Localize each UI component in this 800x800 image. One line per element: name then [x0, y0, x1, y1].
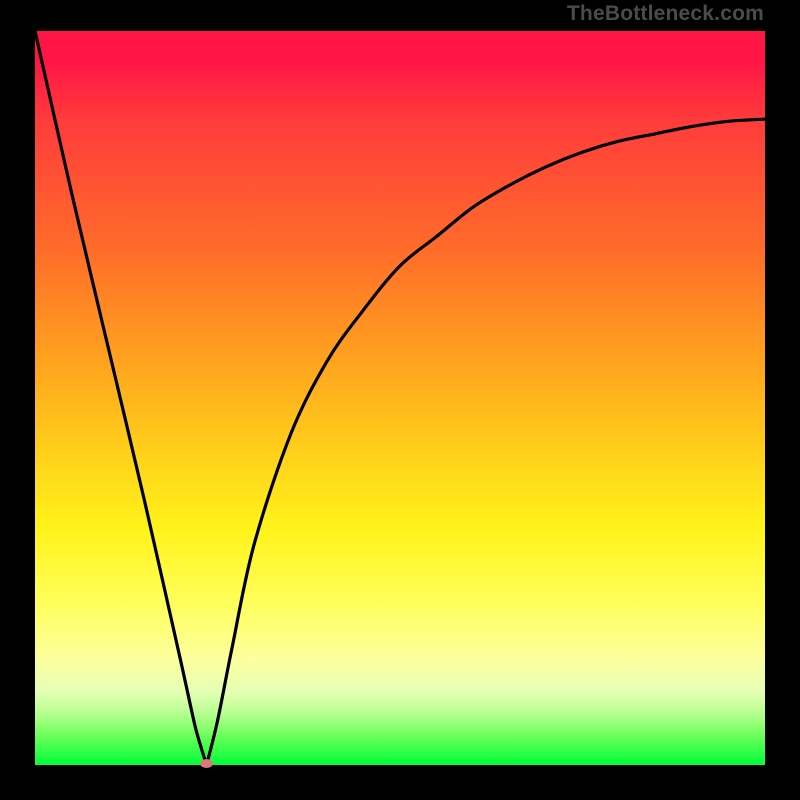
- bottleneck-curve-svg: [35, 31, 765, 765]
- minimum-marker: [200, 759, 213, 768]
- chart-frame: TheBottleneck.com: [0, 0, 800, 800]
- attribution-label: TheBottleneck.com: [567, 2, 764, 26]
- plot-area: [35, 31, 765, 765]
- bottleneck-curve: [35, 31, 765, 765]
